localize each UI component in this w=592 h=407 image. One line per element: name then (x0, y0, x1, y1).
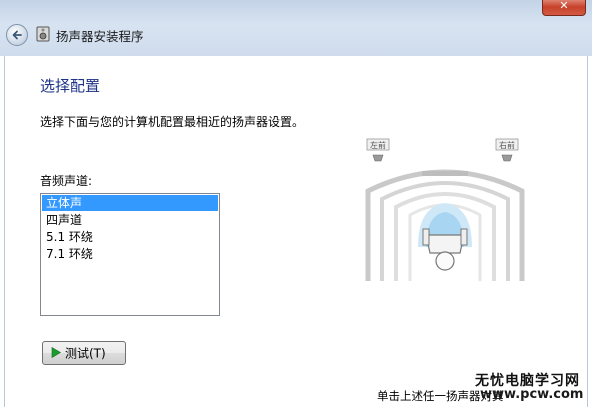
watermark-url: www.pcw.com (480, 387, 584, 402)
audio-channel-listbox[interactable]: 立体声 四声道 5.1 环绕 7.1 环绕 (40, 193, 220, 316)
channel-option-stereo[interactable]: 立体声 (42, 195, 218, 211)
front-left-speaker-icon[interactable] (372, 154, 384, 162)
speaker-setup-icon (36, 26, 50, 42)
front-right-speaker-icon[interactable] (501, 154, 513, 162)
title-bar: ✕ 扬声器安装程序 (0, 0, 592, 56)
speaker-setup-window: ✕ 扬声器安装程序 选择配置 选择下面与您的计算机配置最相近的扬声器设置。 音频… (0, 0, 592, 407)
window-title: 扬声器安装程序 (56, 29, 144, 44)
audio-channel-label: 音频声道: (40, 174, 93, 188)
test-button[interactable]: 测试(T) (42, 341, 126, 365)
channel-option-quadraphonic[interactable]: 四声道 (42, 212, 218, 228)
channel-option-5-1-surround[interactable]: 5.1 环绕 (42, 229, 218, 245)
back-button[interactable] (6, 24, 28, 46)
close-icon: ✕ (559, 0, 569, 12)
front-right-label: 右前 (499, 140, 515, 150)
close-button[interactable]: ✕ (542, 0, 586, 16)
test-button-label: 测试(T) (65, 346, 106, 361)
play-icon (51, 347, 61, 358)
content-pane: 选择配置 选择下面与您的计算机配置最相近的扬声器设置。 音频声道: 立体声 四声… (4, 56, 588, 407)
page-heading: 选择配置 (40, 77, 101, 95)
front-left-label: 左前 (370, 140, 386, 150)
channel-option-7-1-surround[interactable]: 7.1 环绕 (42, 246, 218, 262)
speaker-layout-diagram: 左前 右前 (365, 138, 525, 281)
instruction-text: 选择下面与您的计算机配置最相近的扬声器设置。 (40, 115, 305, 129)
back-arrow-icon (12, 30, 22, 40)
